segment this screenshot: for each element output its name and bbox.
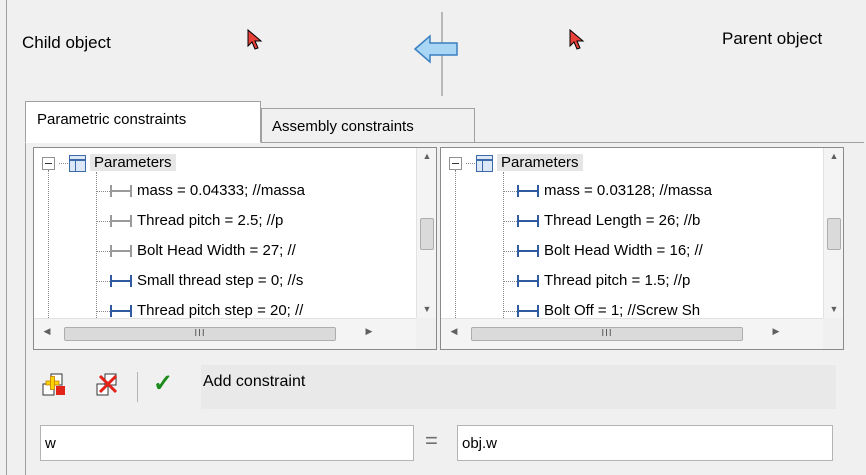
parent-tree-rows: Parameters mass = 0.03128; //massa Threa… [441, 148, 804, 318]
parent-parameters-tree[interactable]: Parameters mass = 0.03128; //massa Threa… [440, 147, 844, 350]
dimension-icon [110, 215, 132, 228]
collapse-icon[interactable] [449, 156, 462, 170]
dimension-icon [517, 215, 539, 228]
child-param-item[interactable]: Small thread step = 0; //s [96, 267, 303, 295]
parent-param-label: Thread pitch = 1.5; //p [544, 272, 691, 289]
child-param-label: Small thread step = 0; //s [137, 272, 304, 289]
add-constraint-icon[interactable] [42, 372, 66, 396]
child-pick-cursor-icon[interactable] [246, 28, 266, 54]
child-tree-root-label: Parameters [90, 154, 176, 171]
scroll-thumb[interactable] [420, 218, 434, 250]
left-arrow-icon [413, 34, 458, 64]
scroll-right-icon[interactable]: ▶ [767, 326, 785, 337]
parent-param-label: Bolt Head Width = 16; // [544, 242, 703, 259]
scroll-thumb[interactable]: III [64, 327, 336, 341]
parent-tree-root[interactable]: Parameters [449, 149, 583, 177]
dimension-icon [110, 185, 132, 198]
child-param-label: Thread pitch = 2.5; //p [137, 212, 284, 229]
parent-param-label: mass = 0.03128; //massa [544, 182, 713, 199]
collapse-icon[interactable] [42, 156, 55, 170]
parent-expression-input[interactable] [457, 425, 833, 461]
tree-connector [455, 170, 456, 318]
child-param-item[interactable]: mass = 0.04333; //massa [96, 177, 305, 205]
parent-tree-hscrollbar[interactable]: ◀ III ▶ [441, 318, 825, 349]
scroll-down-icon[interactable]: ▼ [417, 301, 436, 318]
parent-param-label: Thread Length = 26; //b [544, 212, 701, 229]
tab-parametric-constraints[interactable]: Parametric constraints [25, 101, 261, 143]
scroll-thumb[interactable] [827, 218, 841, 250]
equals-icon: = [425, 428, 438, 453]
scroll-down-icon[interactable]: ▼ [824, 301, 843, 318]
child-parameters-tree[interactable]: Parameters mass = 0.04333; //massa Threa… [33, 147, 437, 350]
scroll-left-icon[interactable]: ◀ [38, 326, 56, 337]
parent-param-item[interactable]: Bolt Head Width = 16; // [503, 237, 703, 265]
dimension-icon [517, 305, 539, 318]
table-icon [476, 154, 493, 172]
toolbar-separator [137, 372, 138, 402]
child-tree-rows: Parameters mass = 0.04333; //massa Threa… [34, 148, 397, 318]
scroll-corner [823, 318, 843, 349]
scroll-thumb[interactable]: III [471, 327, 743, 341]
dimension-icon [517, 275, 539, 288]
scroll-left-icon[interactable]: ◀ [445, 326, 463, 337]
parent-param-label: Bolt Off = 1; //Screw Sh [544, 302, 701, 318]
checkmark-icon[interactable]: ✓ [153, 369, 173, 398]
child-tree-vscrollbar[interactable]: ▲ ▼ [416, 148, 436, 318]
window-frame-edge [6, 0, 7, 475]
parent-object-label: Parent object [722, 29, 823, 48]
parent-param-item[interactable]: Thread pitch = 1.5; //p [503, 267, 690, 295]
parent-tree-root-label: Parameters [497, 154, 583, 171]
child-param-item[interactable]: Thread pitch = 2.5; //p [96, 207, 283, 235]
child-param-item[interactable]: Bolt Head Width = 27; // [96, 237, 296, 265]
scroll-right-icon[interactable]: ▶ [360, 326, 378, 337]
scroll-corner [416, 318, 436, 349]
dimension-icon [110, 245, 132, 258]
scroll-up-icon[interactable]: ▲ [417, 148, 436, 165]
dimension-icon [110, 275, 132, 288]
parent-param-item[interactable]: mass = 0.03128; //massa [503, 177, 712, 205]
parent-tree-vscrollbar[interactable]: ▲ ▼ [823, 148, 843, 318]
child-param-label: Bolt Head Width = 27; // [137, 242, 296, 259]
child-param-label: Thread pitch step = 20; // [137, 302, 304, 318]
scroll-up-icon[interactable]: ▲ [824, 148, 843, 165]
child-object-label: Child object [22, 33, 111, 52]
child-param-item[interactable]: Thread pitch step = 20; // [96, 297, 303, 318]
delete-constraint-icon[interactable] [96, 372, 120, 396]
child-tree-hscrollbar[interactable]: ◀ III ▶ [34, 318, 418, 349]
parent-pick-cursor-icon[interactable] [568, 28, 588, 54]
parent-param-item[interactable]: Bolt Off = 1; //Screw Sh [503, 297, 700, 318]
dimension-icon [517, 245, 539, 258]
dimension-icon [517, 185, 539, 198]
table-icon [69, 154, 86, 172]
tree-connector [48, 170, 49, 318]
parent-param-item[interactable]: Thread Length = 26; //b [503, 207, 700, 235]
dimension-icon [110, 305, 132, 318]
tab-assembly-constraints[interactable]: Assembly constraints [261, 108, 475, 142]
child-param-label: mass = 0.04333; //massa [137, 182, 306, 199]
child-tree-root[interactable]: Parameters [42, 149, 176, 177]
child-expression-input[interactable] [40, 425, 414, 461]
status-message: Add constraint [201, 365, 836, 409]
